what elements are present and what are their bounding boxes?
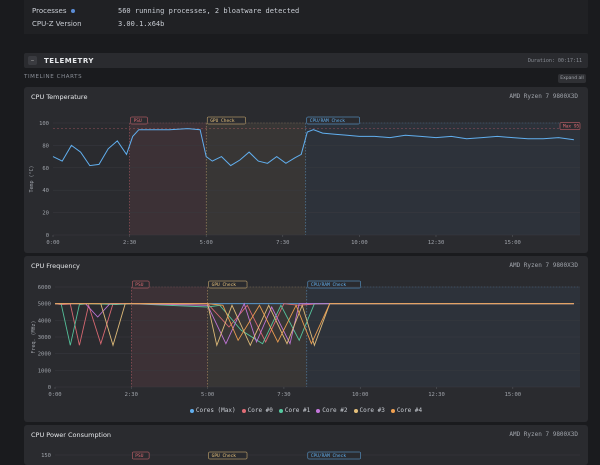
y-tick-label: 20 [42,211,49,217]
cpu-power-card: CPU Power Consumption AMD Ryzen 7 9800X3… [24,425,588,465]
y-axis-label: Freq. (MHz) [31,320,37,353]
y-axis-label: Temp (°C) [29,165,35,192]
legend-item[interactable]: Core #0 [241,407,273,414]
phase-region [206,123,306,235]
legend-swatch [189,408,194,413]
x-tick-label: 2:30 [123,240,136,246]
y-tick-label: 60 [42,166,49,172]
expand-all-button[interactable]: Expand all [558,74,586,83]
y-tick-label: 0 [48,385,51,391]
y-tick-label: 80 [42,143,49,149]
legend-swatch [390,408,395,413]
legend-label: Core #4 [396,407,423,414]
x-tick-label: 12:30 [428,392,445,398]
cpu-frequency-card: CPU Frequency AMD Ryzen 7 9800X3D PSU GPU… [24,256,588,422]
legend-label: Core #1 [284,407,311,414]
frequency-legend: Cores (Max) Core #0 Core #1 Core #2 Core #3 C… [24,407,588,414]
cpu-temperature-card: CPU Temperature AMD Ryzen 7 9800X3D PSU G… [24,87,588,253]
frequency-chart: PSU GPU Check CPU/RAM Check010002000300040… [31,280,580,398]
phase-region [129,123,207,235]
x-tick-label: 15:00 [504,240,521,246]
telemetry-header[interactable]: – TELEMETRY Duration: 00:17:11 [24,53,588,68]
cpuz-value: 3.00.1.x64b [118,20,165,28]
phase-label: CPU/RAM Check [311,453,347,459]
legend-label: Core #3 [359,407,385,414]
legend-item[interactable]: Core #4 [390,407,423,414]
y-tick-label: 3000 [38,335,51,341]
legend-swatch [278,408,283,413]
legend-item[interactable]: Core #1 [278,407,311,414]
legend-item[interactable]: Core #3 [353,407,385,414]
system-info-panel: Processes 560 running processes, 2 bloat… [24,0,588,34]
x-tick-label: 15:00 [505,392,522,398]
x-tick-label: 5:00 [200,240,213,246]
x-tick-label: 7:30 [277,392,290,398]
y-tick-label: 150 [41,453,51,459]
legend-swatch [353,408,358,413]
legend-label: Cores (Max) [195,407,236,414]
processes-key: Processes [32,7,118,15]
legend-item[interactable]: Cores (Max) [189,407,236,414]
phase-label: GPU Check [212,453,237,459]
legend-item[interactable]: Core #2 [316,407,348,414]
x-tick-label: 0:00 [46,240,59,246]
info-dot-icon [70,9,75,13]
legend-label: Core #2 [322,407,348,414]
y-tick-label: 5000 [38,302,51,308]
minus-icon[interactable]: – [28,56,37,65]
power-chart: 150 PSU GPU Check CPU/RAM Check [41,451,580,460]
y-tick-label: 0 [46,233,49,239]
y-tick-label: 6000 [38,285,51,291]
processes-label: Processes [32,7,67,15]
processes-value: 560 running processes, 2 bloatware detec… [118,7,300,15]
x-tick-label: 7:30 [276,240,289,246]
x-tick-label: 5:00 [201,392,214,398]
y-tick-label: 2000 [38,352,51,358]
max-label: Max 95 [563,124,580,130]
y-tick-label: 1000 [38,368,51,374]
timeline-charts-label: TIMELINE CHARTS [24,74,83,80]
cpuz-label: CPU-Z Version [32,20,82,28]
y-tick-label: 40 [42,188,49,194]
x-tick-label: 10:00 [352,392,369,398]
telemetry-title: TELEMETRY [44,57,94,65]
cpuz-row: CPU-Z Version 3.00.1.x64b [32,18,164,30]
legend-swatch [241,408,246,413]
legend-swatch [316,408,321,413]
temperature-chart: PSU GPU Check CPU/RAM Check0204060801000:0… [29,116,581,246]
phase-label: PSU [135,453,143,459]
duration-text: Duration: 00:17:11 [527,58,582,64]
x-tick-label: 2:30 [125,392,138,398]
x-tick-label: 12:30 [428,240,445,246]
y-tick-label: 100 [39,121,49,127]
phase-region [305,123,580,235]
y-tick-label: 4000 [38,318,51,324]
x-tick-label: 0:00 [48,392,61,398]
processes-row: Processes 560 running processes, 2 bloat… [32,5,299,17]
legend-label: Core #0 [247,407,273,414]
x-tick-label: 10:00 [351,240,368,246]
